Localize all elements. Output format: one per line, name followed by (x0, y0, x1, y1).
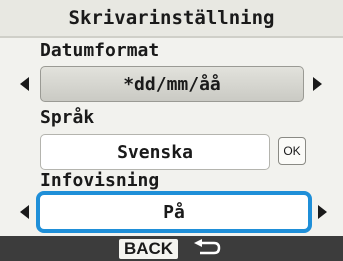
ok-button-label: OK (283, 144, 301, 158)
date-format-prev-arrow-icon[interactable] (20, 77, 29, 91)
title-bar: Skrivarinställning (0, 0, 343, 38)
screen-title: Skrivarinställning (68, 7, 275, 29)
info-display-value: På (163, 201, 185, 223)
info-display-label: Infovisning (40, 170, 160, 191)
back-button[interactable]: BACK (118, 238, 179, 259)
footer-bar: BACK (0, 236, 343, 261)
printer-settings-screen: Skrivarinställning Datumformat *dd/mm/åå… (0, 0, 343, 261)
language-field[interactable]: Svenska (40, 134, 270, 170)
date-format-selector[interactable]: *dd/mm/åå (40, 66, 304, 102)
info-display-next-arrow-icon[interactable] (318, 205, 327, 219)
return-arrow-icon[interactable] (188, 238, 224, 259)
info-display-prev-arrow-icon[interactable] (20, 205, 29, 219)
language-ok-button[interactable]: OK (278, 137, 306, 165)
language-value: Svenska (117, 141, 193, 163)
language-label: Språk (40, 107, 95, 128)
info-display-selector[interactable]: På (36, 191, 312, 233)
date-format-value: *dd/mm/åå (123, 73, 221, 95)
date-format-label: Datumformat (40, 40, 160, 61)
date-format-next-arrow-icon[interactable] (313, 77, 322, 91)
